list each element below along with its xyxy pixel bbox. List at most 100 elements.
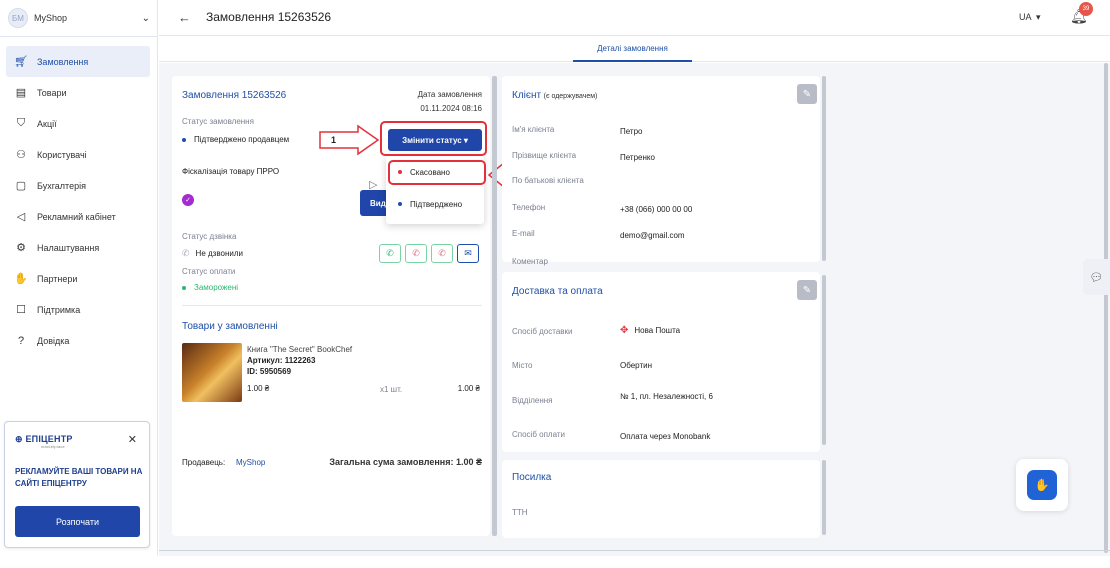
prro-icon: ✓: [182, 194, 194, 206]
sidebar-item-accounting[interactable]: ▢ Бухгалтерія: [6, 170, 150, 201]
tag-icon: ⛉: [16, 117, 26, 129]
product-total: 1.00 ₴: [457, 384, 480, 393]
sidebar-item-partners[interactable]: ✋ Партнери: [6, 263, 150, 294]
seller-label: Продавець:: [182, 458, 226, 467]
divider: [182, 305, 482, 306]
mail-button[interactable]: ✉: [457, 244, 479, 263]
sidebar-item-label: Підтримка: [37, 304, 81, 315]
delivery-branch-value: № 1, пл. Незалежності, 6: [620, 392, 713, 401]
scrollbar[interactable]: [822, 460, 826, 535]
promo-text: РЕКЛАМУЙТЕ ВАШІ ТОВАРИ НА САЙТІ ЕПІЦЕНТР…: [15, 467, 143, 488]
shop-name: MyShop: [34, 13, 68, 23]
pencil-icon: ✎: [802, 88, 812, 100]
client-email-label: E-mail: [512, 229, 535, 238]
wave-hand-icon: ✋: [1027, 470, 1057, 500]
wallet-icon: ▢: [15, 180, 27, 192]
close-icon[interactable]: ✕: [128, 433, 137, 446]
annotation-number-1: 1: [331, 135, 337, 145]
client-card: Клієнт (є одержувачем) ✎ Ім'я клієнта Пе…: [502, 76, 820, 266]
delivery-city-value: Обертин: [620, 361, 652, 370]
order-date-value: 01.11.2024 08:16: [420, 104, 482, 113]
tab-bar: Деталі замовлення: [159, 36, 1110, 62]
sidebar-item-advertising[interactable]: ◁ Рекламний кабінет: [6, 201, 150, 232]
order-title: Замовлення 15263526: [182, 90, 287, 101]
product-price: 1.00 ₴: [247, 384, 270, 393]
delivery-card: Доставка та оплата ✎ Спосіб доставки ✥ Но…: [502, 272, 820, 452]
chat-toggle-button[interactable]: 💬︎: [1083, 259, 1110, 295]
client-email-value: demo@gmail.com: [620, 231, 685, 240]
payment-status-label: Статус оплати: [182, 267, 236, 276]
sidebar-item-promotions[interactable]: ⛉ Акції: [6, 108, 150, 139]
header: ← Замовлення 15263526 UA ▾ 🔔︎ 39: [159, 0, 1110, 36]
chevron-down-icon: ⌄: [141, 12, 150, 24]
shop-switcher[interactable]: БМ MyShop ⌄: [8, 7, 150, 29]
back-arrow-icon[interactable]: ←: [178, 10, 191, 25]
highlight-cancelled: [388, 160, 486, 185]
phone-missed-button[interactable]: ✆: [405, 244, 427, 263]
edit-delivery-button[interactable]: ✎: [797, 280, 817, 300]
start-button[interactable]: Розпочати: [15, 506, 140, 537]
page-title: Замовлення 15263526: [206, 10, 332, 24]
arrow-one-icon: [319, 124, 380, 156]
sidebar-item-label: Довідка: [37, 335, 70, 346]
megaphone-icon: ◁: [16, 211, 26, 223]
call-status-value: ✆ Не дзвонили: [182, 248, 243, 258]
divider: [0, 36, 158, 37]
divider: [159, 550, 1110, 551]
scrollbar[interactable]: [822, 275, 826, 445]
sidebar-item-label: Користувачі: [37, 149, 87, 160]
sidebar-item-users[interactable]: ⚇ Користувачі: [6, 139, 150, 170]
sidebar-item-label: Партнери: [37, 273, 78, 284]
sidebar-item-settings[interactable]: ⚙ Налаштування: [6, 232, 150, 263]
edit-client-button[interactable]: ✎: [797, 84, 817, 104]
sidebar-item-products[interactable]: ▤ Товари: [6, 77, 150, 108]
client-phone-label: Телефон: [512, 203, 546, 212]
phone-callback-button[interactable]: ✆: [431, 244, 453, 263]
product-qty: x1 шт.: [380, 385, 403, 394]
seller-link[interactable]: MyShop: [236, 458, 265, 467]
scrollbar[interactable]: [492, 76, 497, 536]
promo-banner: ⊕ ЕПІЦЕНТР marketplace ✕ РЕКЛАМУЙТЕ ВАШІ …: [4, 421, 150, 548]
chat-icon: ☐: [16, 304, 26, 316]
nova-poshta-icon: ✥: [620, 325, 629, 336]
chat-bubble-icon: 💬︎: [1089, 271, 1104, 284]
sidebar-item-help[interactable]: ? Довідка: [6, 325, 150, 356]
pencil-icon: ✎: [802, 284, 812, 296]
client-last-name-value: Петренко: [620, 153, 655, 162]
cart-icon: 🛒︎: [14, 56, 28, 68]
product-image[interactable]: [182, 343, 242, 402]
sidebar-item-support[interactable]: ☐ Підтримка: [6, 294, 150, 325]
epicentr-logo: ⊕ ЕПІЦЕНТР marketplace: [15, 434, 73, 449]
call-status-label: Статус дзвінка: [182, 232, 237, 241]
product-article: Артикул: 1122263: [247, 356, 316, 365]
phone-call-button[interactable]: ✆: [379, 244, 401, 263]
cursor-icon: ▷: [369, 179, 378, 191]
products-title: Товари у замовленні: [182, 321, 278, 332]
gear-icon: ⚙: [16, 242, 26, 254]
client-first-name-label: Ім'я клієнта: [512, 125, 555, 134]
sidebar-item-label: Бухгалтерія: [37, 180, 86, 191]
scrollbar[interactable]: [1104, 63, 1108, 553]
delivery-method-label: Спосіб доставки: [512, 327, 573, 336]
sidebar-item-label: Рекламний кабінет: [37, 211, 116, 222]
sidebar-item-label: Налаштування: [37, 242, 100, 253]
order-date-label: Дата замовлення: [417, 90, 482, 99]
scrollbar[interactable]: [822, 76, 826, 261]
sidebar-item-label: Акції: [37, 118, 57, 129]
notification-badge: 39: [1079, 2, 1093, 16]
payment-method-value: Оплата через Monobank: [620, 432, 711, 441]
status-option-confirmed[interactable]: Підтверджено: [386, 193, 484, 215]
tab-order-details[interactable]: Деталі замовлення: [573, 36, 692, 62]
order-status-value: Підтверджено продавцем: [182, 135, 289, 144]
help-widget[interactable]: ✋: [1016, 459, 1068, 511]
sidebar-nav: 🛒︎ Замовлення ▤ Товари ⛉ Акції ⚇ Користувачі…: [6, 46, 150, 356]
issue-button[interactable]: Вид: [360, 190, 386, 216]
product-name[interactable]: Книга "The Secret" BookChef: [247, 345, 352, 354]
client-last-name-label: Прізвище клієнта: [512, 151, 577, 160]
avatar: БМ: [8, 8, 28, 28]
client-title: Клієнт (є одержувачем): [512, 90, 598, 101]
parcel-card: Посилка ТТН: [502, 460, 820, 538]
language-select[interactable]: UA ▾: [1019, 12, 1041, 23]
sidebar-item-orders[interactable]: 🛒︎ Замовлення: [6, 46, 150, 77]
users-icon: ⚇: [16, 149, 26, 161]
